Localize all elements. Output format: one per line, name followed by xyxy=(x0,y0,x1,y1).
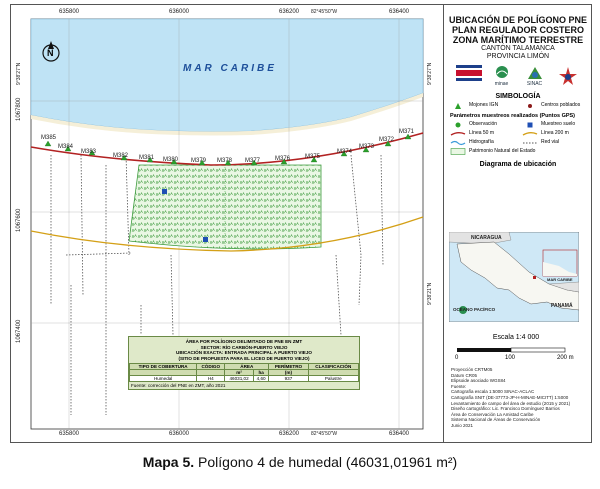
scale-title: Escala 1:4 000 xyxy=(492,334,540,341)
marker-label: M380 xyxy=(163,157,179,163)
legend-mojones: Mojones IGN xyxy=(469,102,499,108)
left-tick: 9°38'27"N xyxy=(16,62,22,85)
diag-label-mar: MAR CARIBE xyxy=(547,277,573,282)
panel-title-2: PLAN REGULADOR COSTERO xyxy=(451,25,584,35)
col-clasificacion: CLASIFICACIÓN xyxy=(307,363,360,371)
line-50-icon xyxy=(450,130,466,137)
scale-label: 0 xyxy=(455,355,459,361)
panel-sub-1: CANTÓN TALAMANCA xyxy=(481,45,555,52)
simbologia-title: SIMBOLOGÍA xyxy=(495,93,541,100)
left-tick: 1067400 xyxy=(16,319,22,343)
marker-label: M381 xyxy=(139,155,155,161)
scale-label: 100 xyxy=(505,355,516,361)
observation-icon xyxy=(450,121,466,128)
diag-label-oceano: OCÉANO PACÍFICO xyxy=(453,307,496,312)
centro-poblado-icon xyxy=(522,102,538,109)
marker-label: M379 xyxy=(191,158,207,164)
aclac-logo-icon xyxy=(555,65,581,87)
meta-line: Cartografía SNIT (DE-37773-JP-H-MINAE-MI… xyxy=(451,394,569,400)
top-tick: 636000 xyxy=(169,9,190,15)
line-200-icon xyxy=(522,130,538,137)
mojon-icon xyxy=(450,102,466,109)
marker-label: M376 xyxy=(275,156,291,162)
legend-linea-200: Línea 200 m xyxy=(541,130,569,136)
bottom-tick: 82°45'50"W xyxy=(311,431,338,437)
left-tick: 1067800 xyxy=(16,97,22,121)
diag-label-nicaragua: NICARAGUA xyxy=(471,235,502,241)
legend-pne: Patrimonio Natural del Estado xyxy=(469,148,536,154)
legend-centros: Centros poblados xyxy=(541,102,581,108)
right-tick: 9°38'21"N xyxy=(427,282,433,305)
diagram-title: Diagrama de ubicación xyxy=(479,161,557,168)
diag-label-panama: PANAMÁ xyxy=(551,303,573,309)
minae-logo-icon: minae xyxy=(489,65,515,87)
flag-logo-icon xyxy=(455,65,482,87)
marker-label: M378 xyxy=(217,158,233,164)
marker-label: M375 xyxy=(305,154,321,160)
logos: minae SINAC xyxy=(452,65,584,89)
bottom-tick: 636200 xyxy=(279,431,300,437)
north-letter: N xyxy=(47,48,54,58)
bottom-tick: 635800 xyxy=(59,431,80,437)
panel-title-3: ZONA MARÍTIMO TERRESTRE xyxy=(452,35,584,45)
sinac-logo-text: SINAC xyxy=(526,81,543,87)
pne-icon xyxy=(450,148,466,155)
soil-sample-point[interactable] xyxy=(162,189,167,194)
legend-hidrografia: Hidrografía xyxy=(469,139,494,145)
legend-params-title: Parámetros muestreos realizados (Puntos … xyxy=(450,113,576,119)
marker-label: M384 xyxy=(58,144,74,150)
top-tick: 635800 xyxy=(59,9,80,15)
hydrography-icon xyxy=(450,139,466,146)
sea-label: MAR CARIBE xyxy=(183,63,277,74)
figure-caption: Mapa 5. Polígono 4 de humedal (46031,019… xyxy=(0,454,600,470)
cell-clasificacion: Palustre xyxy=(307,375,360,383)
marker-label: M374 xyxy=(337,149,353,155)
caption-label: Mapa 5. xyxy=(142,454,195,470)
table-source: Fuente: corrección del PNE en ZMT, año 2… xyxy=(131,383,226,389)
bottom-tick: 636400 xyxy=(389,431,410,437)
marker-label: M385 xyxy=(41,135,57,141)
panel-sub-2: PROVINCIA LIMÓN xyxy=(486,53,550,60)
soil-sample-point[interactable] xyxy=(203,237,208,242)
soil-sample-icon xyxy=(522,121,538,128)
bottom-tick: 636000 xyxy=(169,431,190,437)
legend-suelo: Muestreo suelo xyxy=(541,121,576,127)
minae-logo-text: minae xyxy=(494,81,509,87)
top-tick: 636200 xyxy=(279,9,300,15)
cell-codigo: H4 xyxy=(196,375,226,383)
meta-line: Junio 2021 xyxy=(451,422,474,428)
left-tick: 1067600 xyxy=(16,208,22,232)
marker-label: M383 xyxy=(81,149,97,155)
table-title-4: (SITIO DE PROPUESTA PARA EL LICEO DE PUE… xyxy=(178,355,310,361)
marker-label: M377 xyxy=(245,158,261,164)
top-tick: 636400 xyxy=(389,9,410,15)
road-icon xyxy=(522,139,538,146)
panel-title-1: UBICACIÓN DE POLÍGONO PNE xyxy=(448,15,587,25)
scale-label: 200 m xyxy=(557,355,574,361)
legend-observacion: Observación xyxy=(469,121,498,127)
cell-cobertura: Humedal xyxy=(128,375,198,383)
caption-text: Polígono 4 de humedal (46031,01961 m²) xyxy=(194,454,458,470)
scale-bar: 0 100 200 m xyxy=(451,343,581,361)
right-tick: 9°38'27"N xyxy=(427,62,433,85)
marker-label: M373 xyxy=(359,144,375,150)
cell-perimetro: 937 xyxy=(268,375,309,383)
sinac-logo-icon: SINAC xyxy=(522,65,548,87)
legend-red-vial: Red vial xyxy=(541,139,560,145)
map-frame: N MAR CARIBE 635800 636000 636200 82°45'… xyxy=(10,4,592,443)
cell-area-ha: 4,60 xyxy=(252,375,270,383)
legend-linea-50: Línea 50 m xyxy=(469,130,495,136)
scale: Escala 1:4 000 0 100 200 m xyxy=(451,334,581,361)
marker-label: M371 xyxy=(399,129,415,135)
marker-label: M382 xyxy=(113,153,129,159)
table-row: Humedal H4 46031,02 4,60 937 Palustre xyxy=(128,375,360,383)
marker-label: M372 xyxy=(379,137,395,143)
cell-area-m2: 46031,02 xyxy=(224,375,254,383)
metadata: Proyección CRTM05 Datum CR05 Elipsoide a… xyxy=(451,367,581,429)
top-tick: 82°45'50"W xyxy=(311,9,338,15)
col-cobertura: TIPO DE COBERTURA xyxy=(128,363,198,371)
area-table: ÁREA POR POLÍGONO DELIMITADO DE PNE EN Z… xyxy=(128,336,360,391)
